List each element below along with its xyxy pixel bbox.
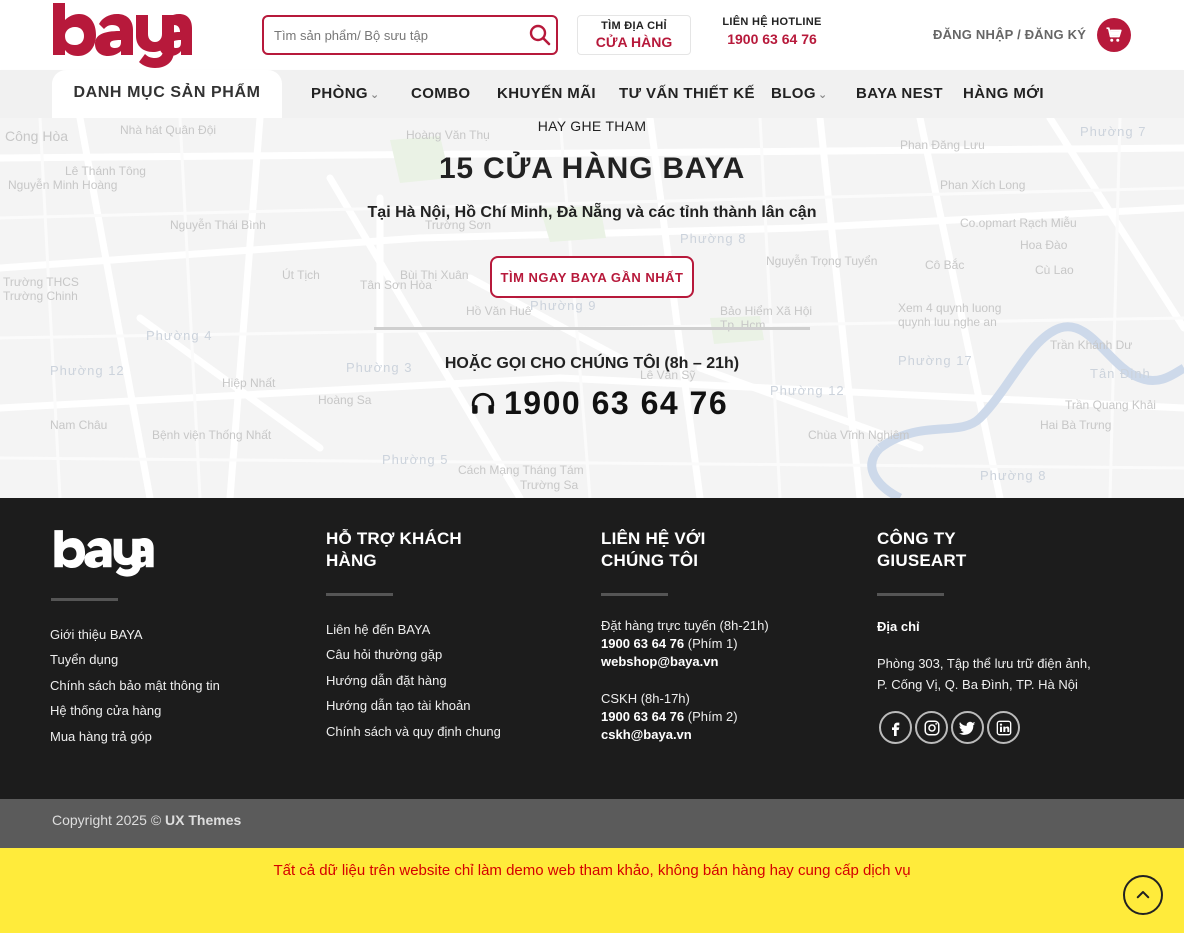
nav-item-phong[interactable]: PHÒNG ⌄ xyxy=(311,85,380,102)
store-finder-label: TÌM ĐỊA CHỈ xyxy=(601,20,667,32)
cs-phone-line: 1900 63 64 76 (Phím 2) xyxy=(601,708,738,726)
map-subtitle: Tại Hà Nội, Hồ Chí Minh, Đà Nẵng và các … xyxy=(367,204,817,221)
footer-baya-logo[interactable] xyxy=(50,528,158,578)
company-heading-line2: GIUSEART xyxy=(877,551,967,570)
search-box xyxy=(262,15,558,55)
search-input[interactable] xyxy=(274,25,524,45)
footer-rule xyxy=(877,593,944,596)
map-title: 15 CỬA HÀNG BAYA xyxy=(438,152,746,185)
store-finder-button[interactable]: TÌM ĐỊA CHỈ CỬA HÀNG xyxy=(577,15,691,55)
footer-link[interactable]: Liên hệ đến BAYA xyxy=(326,622,430,637)
baya-logo[interactable] xyxy=(50,0,195,70)
footer-rule xyxy=(601,593,668,596)
copyright-text: Copyright 2025 © UX Themes xyxy=(52,812,241,828)
call-phone-number: 1900 63 64 76 xyxy=(504,385,729,421)
footer-link[interactable]: Giới thiệu BAYA xyxy=(50,627,143,642)
address-label: Địa chỉ xyxy=(877,619,920,634)
address-line2: P. Cống Vị, Q. Ba Đình, TP. Hà Nội xyxy=(877,677,1078,692)
hotline-label: LIÊN HỆ HOTLINE xyxy=(722,16,822,28)
cart-icon xyxy=(1106,27,1122,42)
footer-col-contact: LIÊN HỆ VỚI CHÚNG TÔI xyxy=(601,528,706,572)
nav-item-baya-nest[interactable]: BAYA NEST xyxy=(856,85,943,102)
call-phone[interactable]: 1900 63 64 76 xyxy=(470,385,728,422)
company-heading-line1: CÔNG TY xyxy=(877,529,956,548)
divider xyxy=(374,327,810,330)
nav-item-combo[interactable]: COMBO xyxy=(411,85,471,102)
hotline-number: 1900 63 64 76 xyxy=(727,31,817,47)
online-order-email-line: webshop@baya.vn xyxy=(601,653,718,671)
find-nearest-store-button[interactable]: TÌM NGAY BAYA GẦN NHẤT xyxy=(490,256,694,298)
footer-rule xyxy=(51,598,118,601)
call-heading: HOẶC GỌI CHO CHÚNG TÔI (8h – 21h) xyxy=(444,355,740,372)
map-small-heading: HAY GHE THAM xyxy=(537,118,647,134)
top-header: TÌM ĐỊA CHỈ CỬA HÀNG LIÊN HỆ HOTLINE 190… xyxy=(0,0,1184,70)
footer-link[interactable]: Hệ thống cửa hàng xyxy=(50,703,161,718)
store-finder-title: CỬA HÀNG xyxy=(595,34,673,50)
contact-heading-line1: LIÊN HỆ VỚI xyxy=(601,529,706,548)
demo-notice-bar: Tất cả dữ liệu trên website chỉ làm demo… xyxy=(0,848,1184,933)
online-order-label: Đặt hàng trực tuyến (8h-21h) xyxy=(601,618,769,633)
footer-link[interactable]: Hướng dẫn tạo tài khoản xyxy=(326,698,470,713)
linkedin-icon xyxy=(996,720,1011,735)
main-nav: DANH MỤC SẢN PHẨM PHÒNG ⌄ COMBO KHUYẾN MÃ… xyxy=(0,70,1184,118)
support-heading-line2: HÀNG xyxy=(326,551,377,570)
search-icon[interactable] xyxy=(528,23,552,47)
footer-link[interactable]: Chính sách và quy định chung xyxy=(326,724,501,739)
instagram-button[interactable] xyxy=(915,711,948,744)
nav-item-blog[interactable]: BLOG ⌄ xyxy=(771,85,828,102)
footer-link[interactable]: Hướng dẫn đặt hàng xyxy=(326,673,447,688)
baya-logo-mark xyxy=(53,3,192,68)
twitter-icon xyxy=(958,721,975,735)
demo-notice-text: Tất cả dữ liệu trên website chỉ làm demo… xyxy=(273,862,911,879)
online-order-phone-line: 1900 63 64 76 (Phím 1) xyxy=(601,635,738,653)
store-map-section: Công Hòa Nhà hát Quân Đội Hoàng Văn Thụ … xyxy=(0,118,1184,498)
online-order-email[interactable]: webshop@baya.vn xyxy=(601,654,718,669)
login-register-link[interactable]: ĐĂNG NHẬP / ĐĂNG KÝ xyxy=(933,27,1086,42)
address-line1: Phòng 303, Tập thể lưu trữ điện ảnh, xyxy=(877,656,1091,671)
support-heading-line1: HỖ TRỢ KHÁCH xyxy=(326,529,462,548)
footer-col-about xyxy=(50,528,158,583)
chevron-down-icon: ⌄ xyxy=(817,89,828,101)
footer-link[interactable]: Mua hàng trả góp xyxy=(50,729,152,744)
cs-email[interactable]: cskh@baya.vn xyxy=(601,727,692,742)
linkedin-button[interactable] xyxy=(987,711,1020,744)
copyright-brand-link[interactable]: UX Themes xyxy=(165,812,241,828)
facebook-icon xyxy=(891,722,899,736)
footer: Giới thiệu BAYA Tuyển dụng Chính sách bả… xyxy=(0,498,1184,799)
nav-label: BLOG xyxy=(771,85,816,102)
cs-email-line: cskh@baya.vn xyxy=(601,726,692,744)
cs-ext: (Phím 2) xyxy=(687,709,738,724)
contact-heading-line2: CHÚNG TÔI xyxy=(601,551,699,570)
instagram-icon xyxy=(924,720,939,735)
footer-link[interactable]: Câu hỏi thường gặp xyxy=(326,647,442,662)
nav-item-tu-van-thiet-ke[interactable]: TƯ VẤN THIẾT KẾ xyxy=(619,85,755,102)
twitter-button[interactable] xyxy=(951,711,984,744)
cs-phone[interactable]: 1900 63 64 76 xyxy=(601,709,684,724)
map-content: HAY GHE THAM 15 CỬA HÀNG BAYA Tại Hà Nội… xyxy=(0,118,1184,498)
copyright-bar: Copyright 2025 © UX Themes xyxy=(0,799,1184,848)
nav-item-khuyen-mai[interactable]: KHUYẾN MÃI xyxy=(497,85,596,102)
cart-button[interactable] xyxy=(1097,18,1131,52)
cs-label: CSKH (8h-17h) xyxy=(601,691,690,706)
online-order-phone[interactable]: 1900 63 64 76 xyxy=(601,636,684,651)
copyright-prefix: Copyright 2025 © xyxy=(52,812,162,828)
chevron-down-icon: ⌄ xyxy=(370,89,380,101)
footer-col-company: CÔNG TY GIUSEART xyxy=(877,528,966,572)
footer-link[interactable]: Chính sách bảo mật thông tin xyxy=(50,678,220,693)
footer-rule xyxy=(326,593,393,596)
nav-item-hang-moi[interactable]: HÀNG MỚI xyxy=(963,85,1044,102)
facebook-button[interactable] xyxy=(879,711,912,744)
category-menu-tab[interactable]: DANH MỤC SẢN PHẨM xyxy=(52,70,282,118)
headphones-icon xyxy=(471,392,495,414)
footer-link[interactable]: Tuyển dụng xyxy=(50,652,118,667)
footer-col-support: HỖ TRỢ KHÁCH HÀNG xyxy=(326,528,462,572)
chevron-up-icon xyxy=(1136,891,1150,899)
online-order-ext: (Phím 1) xyxy=(687,636,738,651)
nav-label: PHÒNG xyxy=(311,85,369,102)
header-hotline[interactable]: LIÊN HỆ HOTLINE 1900 63 64 76 xyxy=(716,16,828,47)
back-to-top-button[interactable] xyxy=(1123,875,1163,915)
